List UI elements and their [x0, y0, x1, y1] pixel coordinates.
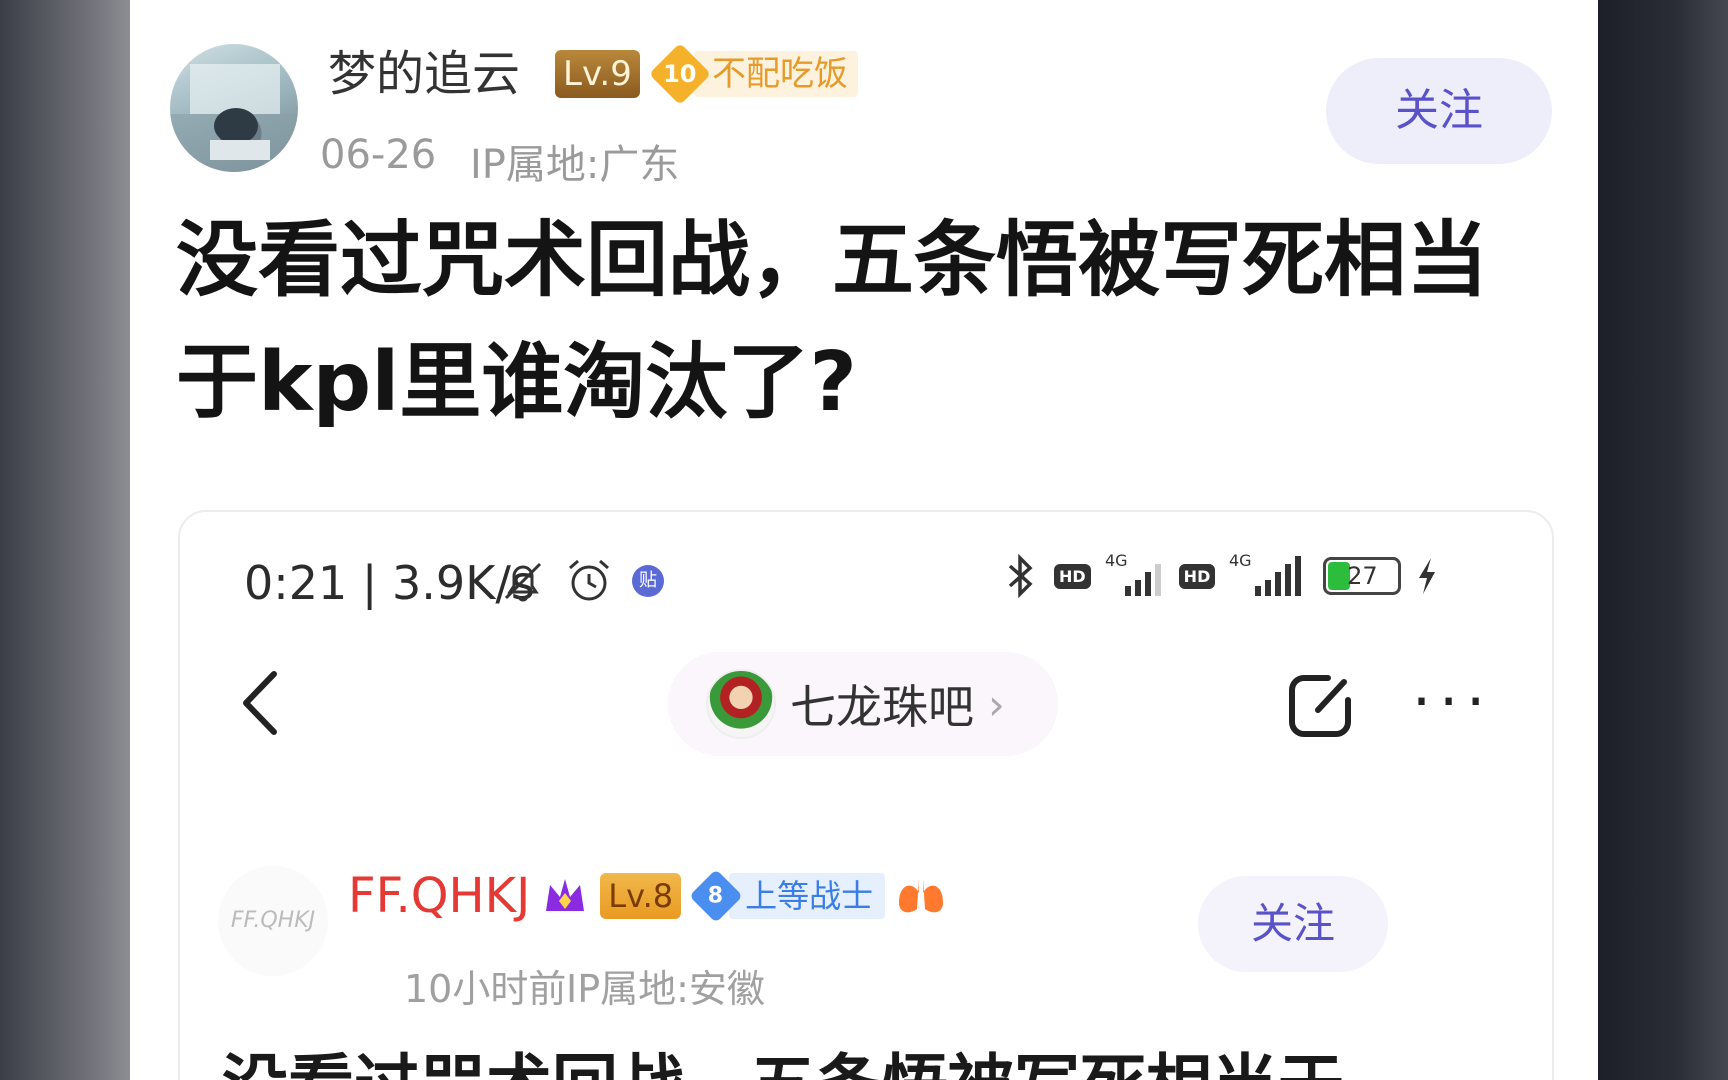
alarm-icon: [569, 559, 609, 601]
forum-avatar: [706, 669, 776, 739]
inner-post-title: 没看过咒术回战，五条悟被写死相当于: [222, 1032, 1522, 1080]
inner-follow-button[interactable]: 关注: [1198, 876, 1388, 972]
status-time: 0:21 | 3.9K/s: [244, 556, 535, 610]
post-ip-location: IP属地:广东: [470, 142, 680, 188]
author-avatar[interactable]: [170, 44, 298, 172]
hd-icon: HD: [1054, 563, 1091, 589]
fan-title: 不配吃饭: [694, 51, 858, 97]
lungs-icon: [899, 879, 944, 913]
author-name[interactable]: 梦的追云: [328, 44, 520, 104]
back-icon[interactable]: [236, 668, 286, 738]
level-badge: Lv.9: [555, 50, 640, 98]
inner-author-name[interactable]: FF.QHKJ: [348, 868, 530, 924]
inner-post-time: 10小时前: [404, 967, 567, 1011]
post-title: 没看过咒术回战，五条悟被写死相当于kpl里谁淘汰了?: [176, 213, 1489, 430]
post-date: 06-26: [320, 132, 437, 178]
svg-text:4G: 4G: [1229, 552, 1252, 570]
inner-level-badge: Lv.8: [600, 873, 682, 919]
crown-icon: [546, 879, 585, 911]
status-left-icons: 贴: [500, 556, 664, 606]
battery-icon: 27: [1323, 557, 1402, 595]
lightning-icon: [1419, 558, 1436, 594]
inner-fan-title: 上等战士: [729, 873, 886, 919]
forum-link[interactable]: 七龙珠吧 ›: [668, 652, 1058, 756]
hd-icon-2: HD: [1178, 563, 1216, 589]
embedded-screenshot[interactable]: 0:21 | 3.9K/s 贴 HD 4G HD 4G 27 七龙珠吧 › ··…: [178, 510, 1554, 1080]
svg-text:4G: 4G: [1105, 552, 1128, 570]
forum-name: 七龙珠吧: [790, 680, 974, 734]
more-icon[interactable]: ···: [1412, 672, 1493, 732]
bluetooth-icon: [1008, 553, 1033, 599]
bell-off-icon: [504, 562, 542, 602]
post-card: 梦的追云 Lv.9 10 不配吃饭 06-26 IP属地:广东 关注 没看过咒术…: [130, 0, 1598, 1080]
inner-author-row: FF.QHKJ Lv.8 8 上等战士: [348, 868, 947, 924]
app-badge-icon: 贴: [632, 565, 664, 597]
inner-ip-location: IP属地:安徽: [566, 967, 765, 1011]
follow-button[interactable]: 关注: [1326, 58, 1552, 164]
inner-fan-badge: 8 上等战士: [689, 869, 886, 923]
status-right-icons: HD 4G HD 4G 27: [1000, 552, 1439, 600]
chevron-right-icon: ›: [988, 679, 1005, 729]
share-icon[interactable]: [1284, 670, 1356, 742]
inner-author-avatar[interactable]: FF.QHKJ: [218, 866, 328, 976]
background-right: [1598, 0, 1728, 1080]
signal-icon-2: 4G: [1229, 552, 1302, 596]
fan-badge: 10 不配吃饭: [648, 42, 858, 106]
signal-icon: 4G: [1105, 552, 1161, 596]
